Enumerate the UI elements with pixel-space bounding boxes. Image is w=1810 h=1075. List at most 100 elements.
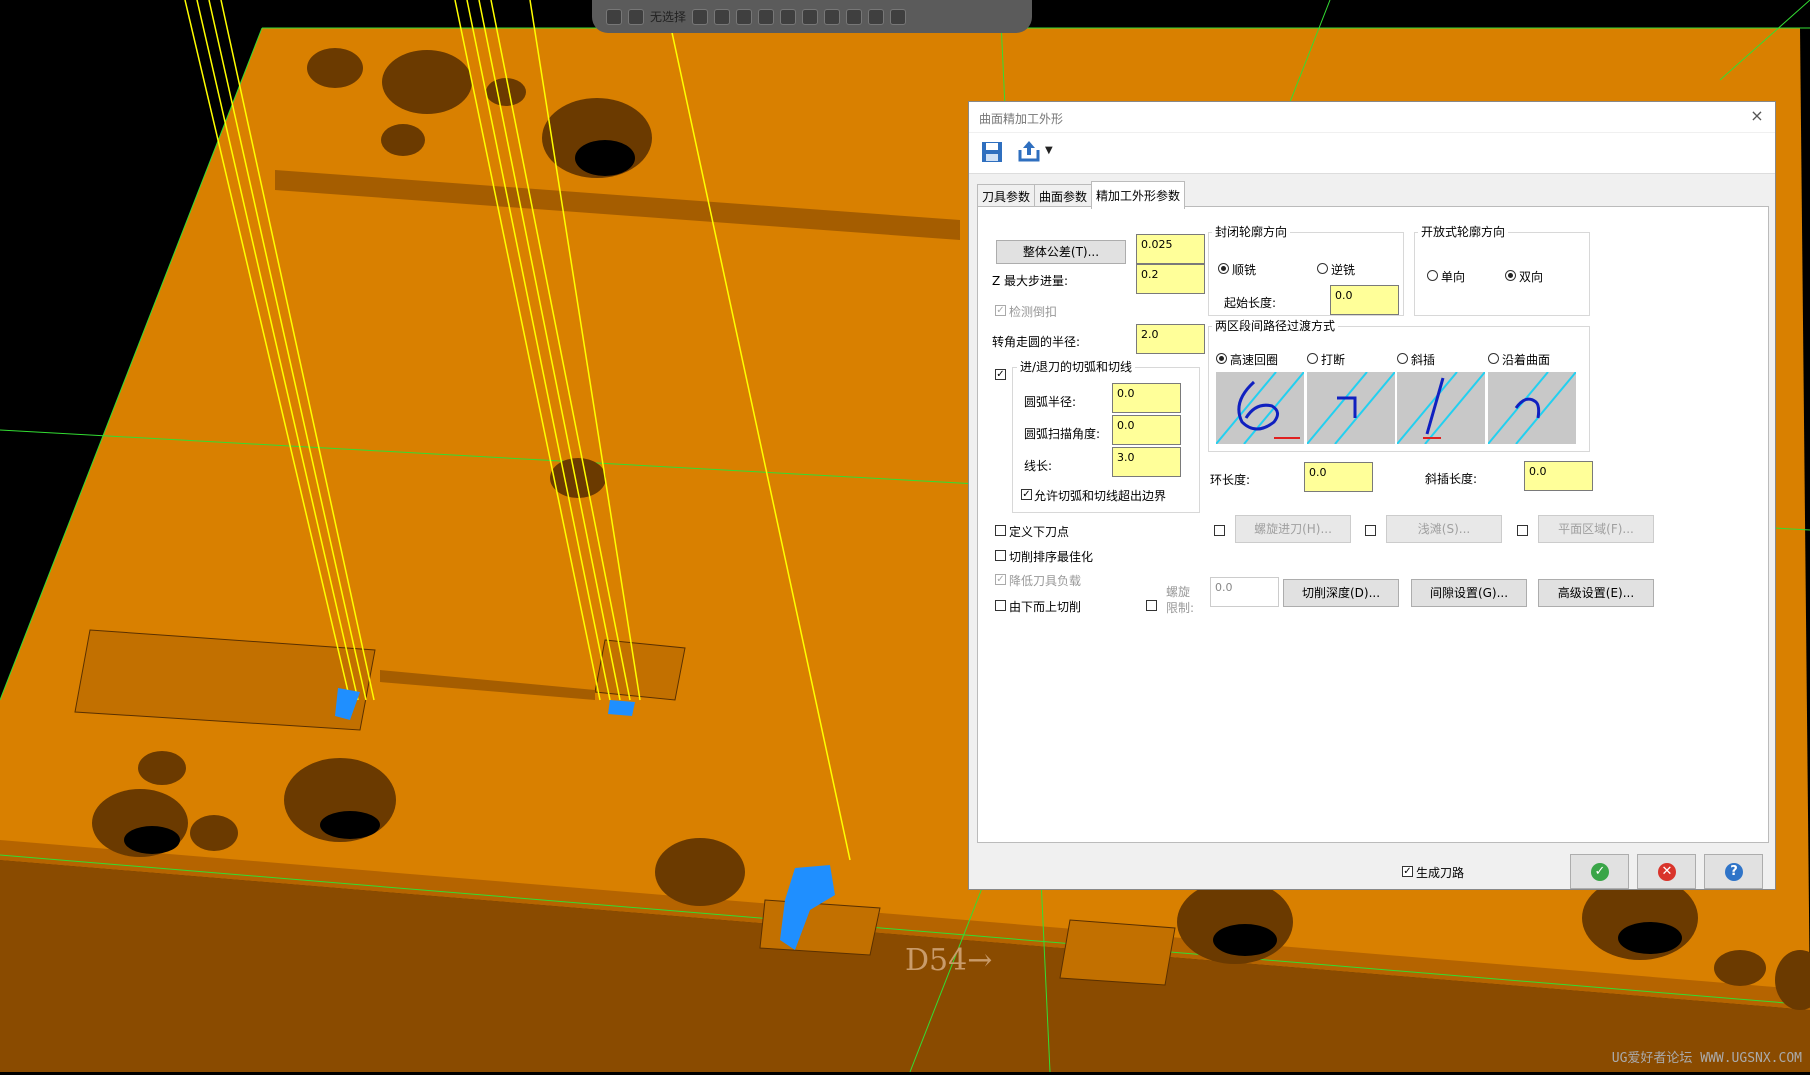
cursor-icon[interactable] [736,8,753,25]
high-speed-loop-radio[interactable] [1216,353,1227,364]
tab-finish-contour-parameters[interactable]: 精加工外形参数 [1091,181,1186,209]
one-way-radio[interactable] [1427,270,1438,281]
corner-radius-field[interactable]: 2.0 [1136,324,1205,354]
layer-icon[interactable] [824,8,841,25]
ramp-preview-icon [1397,372,1485,444]
high-speed-loop-preview-icon [1216,372,1304,444]
xyz-icon[interactable] [692,8,709,25]
start-length-field[interactable]: 0.0 [1330,285,1399,315]
shaded-icon[interactable] [802,8,819,25]
climb-label: 顺铣 [1232,263,1257,277]
cancel-button[interactable]: ✕ [1637,854,1696,889]
surface-finish-contour-dialog: 曲面精加工外形 × ▼ 刀具参数 曲面参数 精加工外形参数 整体公差(T)...… [968,101,1776,890]
dialog-title: 曲面精加工外形 [979,112,1064,126]
tab-panel: 整体公差(T)... 0.025 Z 最大步进量: 0.2 ✓ 检测倒扣 转角走… [977,206,1769,843]
advanced-settings-button[interactable]: 高级设置(E)... [1538,579,1654,607]
generate-toolpath-checkbox[interactable]: ✓ [1402,866,1413,877]
two-way-radio[interactable] [1505,270,1516,281]
optimize-order-checkbox[interactable] [995,550,1006,561]
z-step-label: Z 最大步进量: [992,274,1069,288]
tolerance-field[interactable]: 0.025 [1136,234,1205,264]
flat-area-checkbox[interactable] [1517,525,1528,536]
allow-exceed-label: 允许切弧和切线超出边界 [1034,489,1167,503]
loop-length-label: 环长度: [1210,473,1251,487]
entry-arc-checkbox[interactable]: ✓ [995,369,1006,380]
tab-surface-parameters[interactable]: 曲面参数 [1034,184,1093,207]
part-engraving: D54→ [905,943,992,978]
optimize-order-label: 切削排序最佳化 [1009,550,1094,564]
helix-limit-field[interactable]: 0.0 [1210,577,1279,607]
z-step-field[interactable]: 0.2 [1136,264,1205,294]
ramp-label: 斜插 [1411,353,1436,367]
break-preview-icon [1307,372,1395,444]
conventional-label: 逆铣 [1331,263,1356,277]
arc-radius-label: 圆弧半径: [1024,395,1077,409]
depth-cuts-button[interactable]: 切削深度(D)... [1283,579,1399,607]
grid-icon[interactable] [846,8,863,25]
tab-tool-parameters[interactable]: 刀具参数 [977,184,1036,207]
helix-entry-checkbox[interactable] [1214,525,1225,536]
helix-limit-checkbox[interactable] [1146,600,1157,611]
arc-sweep-field[interactable]: 0.0 [1112,415,1181,445]
ramp-radio[interactable] [1397,353,1408,364]
gap-settings-button[interactable]: 间隙设置(G)... [1411,579,1527,607]
helix-limit-label-2: 限制: [1166,601,1195,615]
bottom-up-checkbox[interactable] [995,600,1006,611]
export-dropdown-icon[interactable]: ▼ [1045,145,1053,156]
save-icon[interactable] [981,141,1003,163]
selection-filter-icon[interactable] [628,8,644,25]
shallow-button[interactable]: 浅滩(S)... [1386,515,1502,543]
one-way-label: 单向 [1441,270,1466,284]
two-way-label: 双向 [1519,270,1544,284]
tolerance-button[interactable]: 整体公差(T)... [996,240,1126,264]
settings-icon[interactable] [890,8,907,25]
tab-strip: 刀具参数 曲面参数 精加工外形参数 [977,181,1186,209]
allow-exceed-checkbox[interactable]: ✓ [1021,489,1032,500]
ramp-length-field[interactable]: 0.0 [1524,461,1593,491]
line-length-label: 线长: [1024,459,1053,473]
view-toolbar: 无选择 [592,0,1032,33]
loop-length-field[interactable]: 0.0 [1304,462,1373,492]
entry-exit-group-title: 进/退刀的切弧和切线 [1017,358,1136,375]
break-label: 打断 [1321,353,1346,367]
high-speed-loop-label: 高速回圈 [1230,353,1279,367]
export-icon[interactable] [1017,139,1041,163]
generate-toolpath-label: 生成刀路 [1416,866,1465,880]
flat-area-button[interactable]: 平面区域(F)... [1538,515,1654,543]
wireframe-icon[interactable] [780,8,797,25]
open-contour-title: 开放式轮廓方向 [1418,223,1509,240]
arc-sweep-label: 圆弧扫描角度: [1024,427,1101,441]
line-length-field[interactable]: 3.0 [1112,447,1181,477]
close-button[interactable]: × [1747,106,1767,126]
arc-radius-field[interactable]: 0.0 [1112,383,1181,413]
lock-icon[interactable] [606,8,622,25]
cancel-icon: ✕ [1658,863,1676,881]
title-bar[interactable]: 曲面精加工外形 × [969,102,1775,132]
help-icon: ? [1725,863,1743,881]
follow-surface-label: 沿着曲面 [1502,353,1551,367]
shallow-checkbox[interactable] [1365,525,1376,536]
check-icon: ✓ [1591,863,1609,881]
follow-surface-preview-icon [1488,372,1576,444]
help-button[interactable]: ? [1704,854,1763,889]
render-icon[interactable] [868,8,885,25]
selection-label[interactable]: 无选择 [650,8,686,25]
view-cube-icon[interactable] [758,8,775,25]
climb-radio[interactable] [1218,263,1229,274]
closed-contour-title: 封闭轮廓方向 [1212,223,1291,240]
define-plunge-checkbox[interactable] [995,525,1006,536]
snap-icon[interactable] [714,8,731,25]
conventional-radio[interactable] [1317,263,1328,274]
follow-surface-radio[interactable] [1488,353,1499,364]
check-undercut-checkbox[interactable]: ✓ [995,305,1006,316]
helix-limit-label-1: 螺旋 [1166,585,1191,599]
start-length-label: 起始长度: [1224,296,1277,310]
reduce-load-checkbox[interactable]: ✓ [995,574,1006,585]
transition-title: 两区段间路径过渡方式 [1212,317,1339,334]
corner-radius-label: 转角走圆的半径: [992,335,1081,349]
ramp-length-label: 斜插长度: [1425,472,1478,486]
define-plunge-label: 定义下刀点 [1009,525,1070,539]
break-radio[interactable] [1307,353,1318,364]
helix-entry-button[interactable]: 螺旋进刀(H)... [1235,515,1351,543]
ok-button[interactable]: ✓ [1570,854,1629,889]
